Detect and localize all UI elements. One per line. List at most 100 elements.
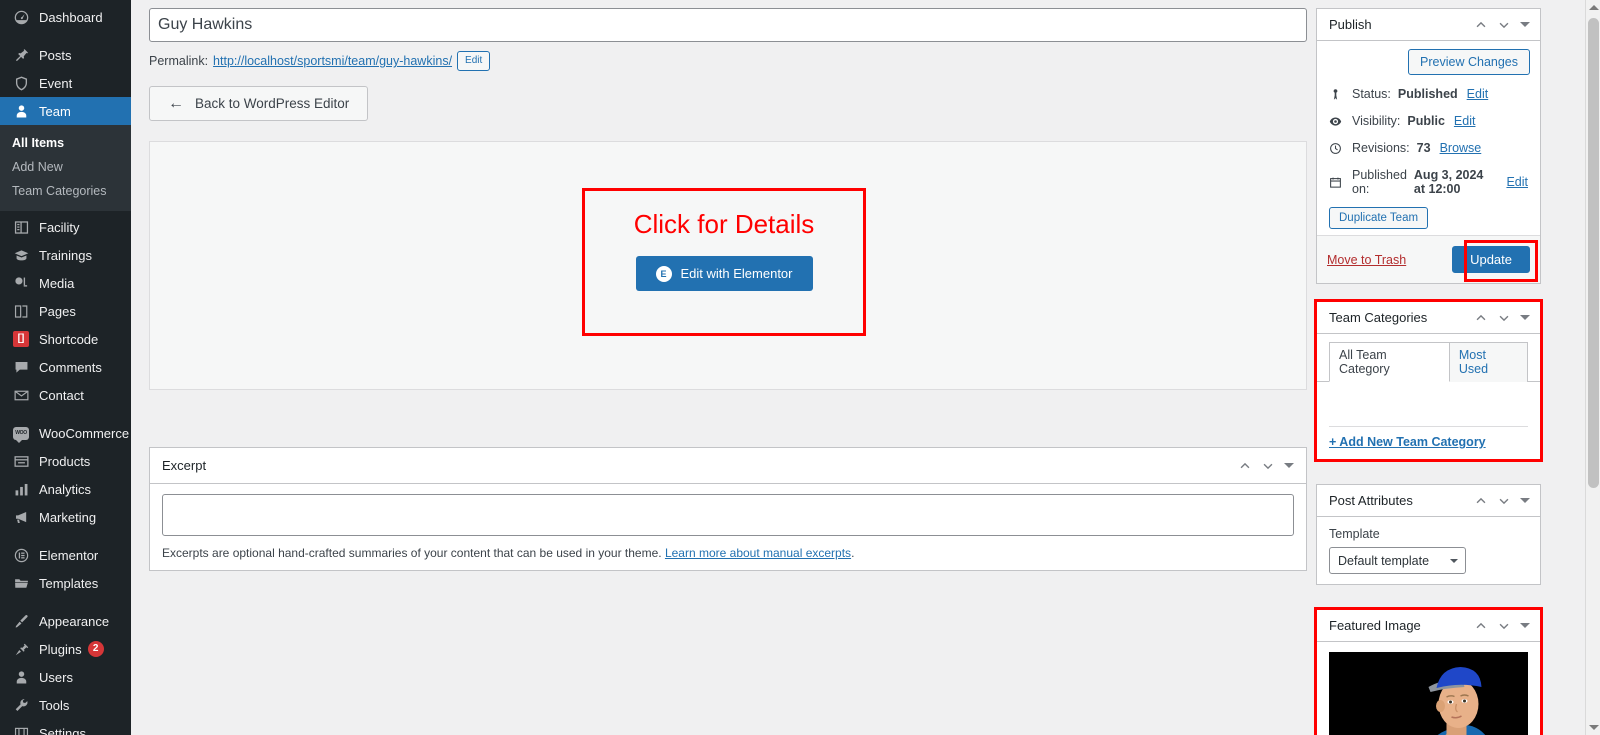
sidebar-item-appearance[interactable]: Appearance	[0, 607, 131, 635]
permalink-row: Permalink: http://localhost/sportsmi/tea…	[149, 51, 1307, 71]
post-title-input[interactable]	[149, 8, 1307, 42]
permalink-edit-button[interactable]: Edit	[457, 51, 491, 71]
sidebar-item-shortcode[interactable]: [] Shortcode	[0, 325, 131, 353]
featured-image-thumbnail[interactable]	[1329, 652, 1528, 735]
permalink-url-link[interactable]: http://localhost/sportsmi/team/guy-hawki…	[213, 54, 452, 68]
sidebar-item-trainings[interactable]: Trainings	[0, 241, 131, 269]
sidebar-item-label: Dashboard	[39, 9, 103, 25]
team-categories-checkbox-list[interactable]	[1329, 382, 1528, 424]
sidebar-item-pages[interactable]: Pages	[0, 297, 131, 325]
chevron-up-icon[interactable]	[1474, 18, 1488, 32]
submenu-item-add-new[interactable]: Add New	[0, 155, 131, 179]
paintbrush-icon	[12, 612, 30, 630]
back-to-wordpress-editor-button[interactable]: ← Back to WordPress Editor	[149, 86, 369, 121]
sidebar-item-posts[interactable]: Posts	[0, 41, 131, 69]
panel-toggle-triangle-icon[interactable]	[1284, 463, 1294, 468]
duplicate-team-button[interactable]: Duplicate Team	[1329, 207, 1429, 229]
sidebar-item-label: Marketing	[39, 509, 97, 525]
sidebar-item-plugins[interactable]: Plugins 2	[0, 635, 131, 663]
update-button[interactable]: Update	[1452, 246, 1530, 273]
sidebar-item-analytics[interactable]: Analytics	[0, 475, 131, 503]
sidebar-item-tools[interactable]: Tools	[0, 691, 131, 719]
add-new-team-category-link[interactable]: + Add New Team Category	[1329, 426, 1528, 449]
published-on-value: Aug 3, 2024 at 12:00	[1413, 168, 1484, 196]
status-edit-link[interactable]: Edit	[1467, 87, 1489, 101]
envelope-icon	[12, 386, 30, 404]
publish-visibility-row: Visibility: Public Edit	[1329, 112, 1528, 130]
preview-changes-button[interactable]: Preview Changes	[1408, 49, 1530, 75]
sidebar-item-label: Event	[39, 75, 73, 91]
excerpt-panel-header[interactable]: Excerpt	[150, 448, 1306, 484]
sidebar-item-team[interactable]: Team	[0, 97, 131, 125]
pin-icon	[12, 46, 30, 64]
revisions-label: Revisions:	[1352, 141, 1410, 155]
revisions-browse-link[interactable]: Browse	[1440, 141, 1482, 155]
chevron-up-icon[interactable]	[1474, 494, 1488, 508]
sidebar-item-elementor[interactable]: Elementor	[0, 541, 131, 569]
publish-panel-header[interactable]: Publish	[1317, 9, 1540, 41]
submenu-item-all-items[interactable]: All Items	[0, 131, 131, 155]
sidebar-item-dashboard[interactable]: Dashboard	[0, 3, 131, 31]
excerpt-textarea[interactable]	[162, 494, 1294, 536]
scroll-up-arrow-icon[interactable]	[1589, 5, 1599, 10]
sidebar-item-comments[interactable]: Comments	[0, 353, 131, 381]
sidebar-item-label: Comments	[39, 359, 102, 375]
sidebar-item-event[interactable]: Event	[0, 69, 131, 97]
chevron-up-icon[interactable]	[1238, 459, 1252, 473]
sidebar-item-label: Plugins	[39, 641, 82, 657]
team-categories-panel-toggles	[1474, 311, 1530, 325]
publish-panel-toggles	[1474, 18, 1530, 32]
scroll-down-arrow-icon[interactable]	[1589, 725, 1599, 730]
chevron-up-icon[interactable]	[1474, 311, 1488, 325]
panel-toggle-triangle-icon[interactable]	[1520, 22, 1530, 27]
sidebar-item-products[interactable]: Products	[0, 447, 131, 475]
move-to-trash-link[interactable]: Move to Trash	[1327, 253, 1406, 267]
featured-image-panel-toggles	[1474, 619, 1530, 633]
sidebar-item-marketing[interactable]: Marketing	[0, 503, 131, 531]
excerpt-panel-title: Excerpt	[162, 458, 207, 473]
chevron-up-icon[interactable]	[1474, 619, 1488, 633]
chevron-down-icon[interactable]	[1497, 619, 1511, 633]
sidebar-item-contact[interactable]: Contact	[0, 381, 131, 409]
manual-excerpts-link[interactable]: Learn more about manual excerpts	[665, 546, 851, 560]
publish-panel: Publish Preview Changes Status: Publishe…	[1316, 8, 1541, 284]
visibility-label: Visibility:	[1352, 114, 1401, 128]
panel-toggle-triangle-icon[interactable]	[1520, 498, 1530, 503]
team-categories-panel-title: Team Categories	[1329, 310, 1428, 325]
main-content-area: Permalink: http://localhost/sportsmi/tea…	[131, 0, 1586, 735]
team-categories-tabs: All Team Category Most Used	[1317, 342, 1540, 382]
chevron-down-icon[interactable]	[1497, 18, 1511, 32]
panel-toggle-triangle-icon[interactable]	[1520, 623, 1530, 628]
users-icon	[12, 668, 30, 686]
sidebar-item-settings[interactable]: Settings	[0, 719, 131, 735]
sidebar-item-label: Media	[39, 275, 75, 291]
scrollbar-thumb[interactable]	[1588, 18, 1599, 488]
shortcode-icon: []	[12, 330, 30, 348]
comment-icon	[12, 358, 30, 376]
tab-all-team-category[interactable]: All Team Category	[1329, 342, 1450, 382]
team-categories-panel-header[interactable]: Team Categories	[1317, 302, 1540, 334]
sidebar-item-facility[interactable]: Facility	[0, 213, 131, 241]
tab-most-used[interactable]: Most Used	[1449, 342, 1528, 382]
settings-icon	[12, 724, 30, 735]
sidebar-item-woocommerce[interactable]: WOO WooCommerce	[0, 419, 131, 447]
visibility-edit-link[interactable]: Edit	[1454, 114, 1476, 128]
published-on-edit-link[interactable]: Edit	[1506, 175, 1528, 189]
chevron-down-icon[interactable]	[1497, 494, 1511, 508]
chevron-down-icon[interactable]	[1261, 459, 1275, 473]
visibility-value: Public	[1407, 114, 1445, 128]
post-attributes-panel-header[interactable]: Post Attributes	[1317, 485, 1540, 517]
sidebar-item-templates[interactable]: Templates	[0, 569, 131, 597]
sidebar-item-media[interactable]: Media	[0, 269, 131, 297]
submenu-item-team-categories[interactable]: Team Categories	[0, 179, 131, 203]
panel-toggle-triangle-icon[interactable]	[1520, 315, 1530, 320]
edit-with-elementor-button[interactable]: E Edit with Elementor	[635, 256, 813, 291]
template-select[interactable]: Default template	[1329, 547, 1466, 574]
page-scrollbar[interactable]	[1585, 0, 1600, 735]
publish-date-row: Published on: Aug 3, 2024 at 12:00 Edit	[1329, 166, 1528, 198]
featured-image-panel-header[interactable]: Featured Image	[1317, 610, 1540, 642]
sidebar-item-label: Analytics	[39, 481, 92, 497]
chevron-down-icon[interactable]	[1497, 311, 1511, 325]
excerpt-note-text: Excerpts are optional hand-crafted summa…	[162, 546, 662, 560]
sidebar-item-users[interactable]: Users	[0, 663, 131, 691]
